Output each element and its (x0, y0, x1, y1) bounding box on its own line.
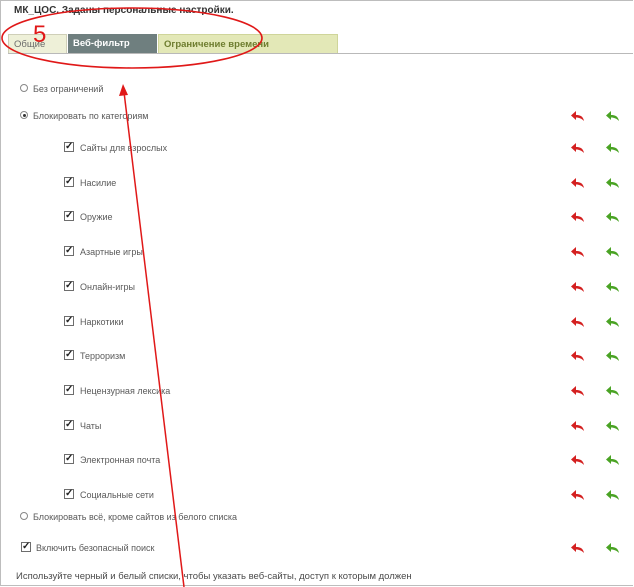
category-row[interactable]: ✓ Азартные игры (0, 245, 634, 261)
block-all-label: Блокировать всё, кроме сайтов из белого … (33, 512, 238, 522)
reset-green-arrow-icon[interactable] (606, 385, 620, 397)
tab-time-limit[interactable]: Ограничение времени (158, 34, 338, 53)
category-row[interactable]: ✓ Оружие (0, 210, 634, 226)
reset-red-arrow-icon[interactable] (571, 489, 585, 501)
no-restrictions-label: Без ограничений (33, 84, 104, 94)
reset-green-arrow-icon[interactable] (606, 542, 620, 554)
reset-green-arrow-icon[interactable] (606, 142, 620, 154)
category-row[interactable]: ✓ Электронная почта (0, 453, 634, 469)
category-label: Азартные игры (80, 247, 143, 257)
category-checkbox[interactable]: ✓ (64, 350, 74, 360)
option-no-restrictions[interactable]: Без ограничений (0, 82, 634, 98)
category-label: Нецензурная лексика (80, 386, 171, 396)
category-label: Наркотики (80, 317, 124, 327)
category-checkbox[interactable]: ✓ (64, 420, 74, 430)
reset-green-arrow-icon[interactable] (606, 246, 620, 258)
reset-red-arrow-icon[interactable] (571, 350, 585, 362)
reset-green-arrow-icon[interactable] (606, 454, 620, 466)
category-label: Терроризм (80, 351, 126, 361)
category-row[interactable]: ✓ Чаты (0, 419, 634, 435)
category-row[interactable]: ✓ Сайты для взрослых (0, 141, 634, 157)
reset-red-arrow-icon[interactable] (571, 454, 585, 466)
reset-red-arrow-icon[interactable] (571, 211, 585, 223)
category-checkbox[interactable]: ✓ (64, 142, 74, 152)
category-checkbox[interactable]: ✓ (64, 211, 74, 221)
category-label: Чаты (80, 421, 102, 431)
reset-red-arrow-icon[interactable] (571, 177, 585, 189)
category-checkbox[interactable]: ✓ (64, 385, 74, 395)
reset-green-arrow-icon[interactable] (606, 110, 620, 122)
reset-red-arrow-icon[interactable] (571, 542, 585, 554)
reset-red-arrow-icon[interactable] (571, 385, 585, 397)
category-row[interactable]: ✓ Терроризм (0, 349, 634, 365)
category-checkbox[interactable]: ✓ (64, 177, 74, 187)
reset-red-arrow-icon[interactable] (571, 142, 585, 154)
category-label: Электронная почта (80, 455, 161, 465)
callout-number: 5 (33, 21, 47, 48)
option-block-all-except-white[interactable]: Блокировать всё, кроме сайтов из белого … (0, 510, 634, 526)
category-label: Оружие (80, 212, 113, 222)
tab-bar: Общие Веб-фильтр Ограничение времени (8, 33, 633, 54)
reset-green-arrow-icon[interactable] (606, 420, 620, 432)
category-checkbox[interactable]: ✓ (64, 246, 74, 256)
category-row[interactable]: ✓ Нецензурная лексика (0, 384, 634, 400)
reset-red-arrow-icon[interactable] (571, 316, 585, 328)
reset-green-arrow-icon[interactable] (606, 281, 620, 293)
tab-web-filter[interactable]: Веб-фильтр (68, 34, 157, 53)
reset-green-arrow-icon[interactable] (606, 350, 620, 362)
footer-hint: Используйте черный и белый списки, чтобы… (16, 571, 412, 582)
category-row[interactable]: ✓ Онлайн-игры (0, 280, 634, 296)
reset-green-arrow-icon[interactable] (606, 177, 620, 189)
safe-search-checkbox[interactable]: ✓ (21, 542, 31, 552)
reset-red-arrow-icon[interactable] (571, 281, 585, 293)
reset-red-arrow-icon[interactable] (571, 420, 585, 432)
reset-green-arrow-icon[interactable] (606, 489, 620, 501)
category-checkbox[interactable]: ✓ (64, 316, 74, 326)
category-label: Сайты для взрослых (80, 143, 168, 153)
category-row[interactable]: ✓ Наркотики (0, 315, 634, 331)
reset-green-arrow-icon[interactable] (606, 211, 620, 223)
window-title: МК_ЦОС. Заданы персональные настройки. (14, 5, 234, 16)
category-label: Онлайн-игры (80, 282, 136, 292)
block-all-radio[interactable] (20, 512, 28, 520)
block-categories-radio[interactable] (20, 111, 28, 119)
category-label: Насилие (80, 178, 117, 188)
category-checkbox[interactable]: ✓ (64, 454, 74, 464)
option-safe-search[interactable]: ✓ Включить безопасный поиск (0, 541, 634, 557)
reset-red-arrow-icon[interactable] (571, 246, 585, 258)
reset-green-arrow-icon[interactable] (606, 316, 620, 328)
category-row[interactable]: ✓ Социальные сети (0, 488, 634, 504)
category-label: Социальные сети (80, 490, 154, 500)
block-categories-label: Блокировать по категориям (33, 111, 149, 121)
safe-search-label: Включить безопасный поиск (36, 543, 155, 553)
option-block-categories[interactable]: Блокировать по категориям (0, 109, 634, 125)
no-restrictions-radio[interactable] (20, 84, 28, 92)
category-checkbox[interactable]: ✓ (64, 489, 74, 499)
category-checkbox[interactable]: ✓ (64, 281, 74, 291)
reset-red-arrow-icon[interactable] (571, 110, 585, 122)
category-row[interactable]: ✓ Насилие (0, 176, 634, 192)
